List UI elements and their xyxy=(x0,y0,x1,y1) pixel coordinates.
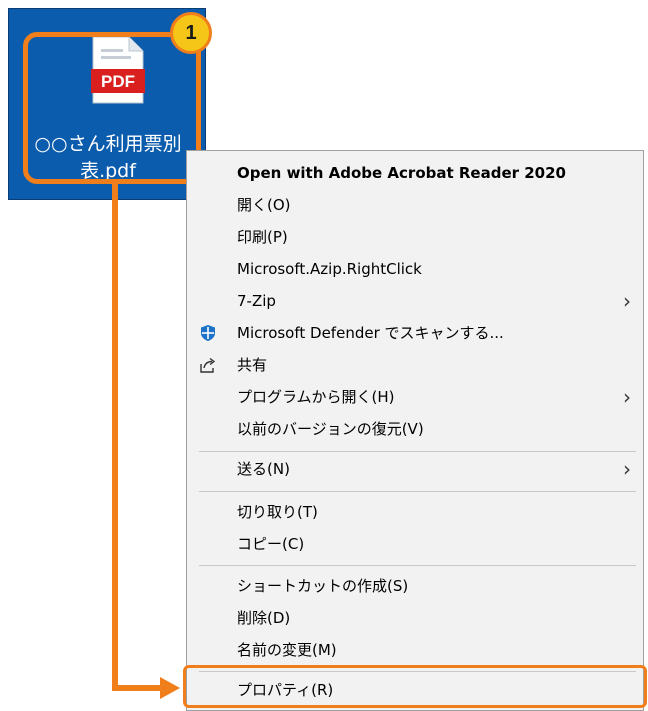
menu-item-label: Microsoft Defender でスキャンする... xyxy=(237,324,504,342)
share-icon xyxy=(200,357,216,373)
menu-item-label: 名前の変更(M) xyxy=(237,641,337,659)
menu-item-create-shortcut[interactable]: ショートカットの作成(S) xyxy=(187,570,643,602)
menu-item-cut[interactable]: 切り取り(T) xyxy=(187,496,643,528)
menu-item-label: Open with Adobe Acrobat Reader 2020 xyxy=(237,164,566,182)
guide-arrow-horizontal xyxy=(112,685,162,691)
menu-item-send-to[interactable]: 送る(N) › xyxy=(187,453,643,485)
menu-separator xyxy=(199,451,636,452)
guide-arrow-vertical xyxy=(112,184,118,691)
menu-item-label: プログラムから開く(H) xyxy=(237,388,395,406)
menu-item-label: 共有 xyxy=(237,356,268,374)
menu-item-share[interactable]: 共有 xyxy=(187,349,643,381)
menu-item-defender-scan[interactable]: Microsoft Defender でスキャンする... xyxy=(187,317,643,349)
menu-item-label: 送る(N) xyxy=(237,460,290,478)
menu-item-label: 印刷(P) xyxy=(237,228,288,246)
menu-item-label: 削除(D) xyxy=(237,609,291,627)
menu-item-label: 切り取り(T) xyxy=(237,503,318,521)
chevron-right-icon: › xyxy=(623,457,631,481)
context-menu: Open with Adobe Acrobat Reader 2020 開く(O… xyxy=(186,150,644,711)
menu-item-delete[interactable]: 削除(D) xyxy=(187,602,643,634)
menu-separator xyxy=(199,565,636,566)
menu-item-restore-previous[interactable]: 以前のバージョンの復元(V) xyxy=(187,413,643,445)
menu-item-copy[interactable]: コピー(C) xyxy=(187,528,643,560)
menu-item-rename[interactable]: 名前の変更(M) xyxy=(187,634,643,666)
chevron-right-icon: › xyxy=(623,289,631,313)
menu-item-label: 7-Zip xyxy=(237,292,276,310)
menu-item-label: Microsoft.Azip.RightClick xyxy=(237,260,422,278)
step-number-badge: 1 xyxy=(170,12,212,54)
chevron-right-icon: › xyxy=(623,385,631,409)
menu-item-print[interactable]: 印刷(P) xyxy=(187,221,643,253)
shield-icon xyxy=(201,325,215,341)
menu-item-open-with-acrobat[interactable]: Open with Adobe Acrobat Reader 2020 xyxy=(187,157,643,189)
menu-item-open[interactable]: 開く(O) xyxy=(187,189,643,221)
arrow-head-icon xyxy=(160,677,180,699)
menu-separator xyxy=(199,491,636,492)
properties-highlight-frame xyxy=(183,665,647,708)
menu-item-7zip[interactable]: 7-Zip › xyxy=(187,285,643,317)
menu-item-label: 開く(O) xyxy=(237,196,291,214)
menu-item-label: ショートカットの作成(S) xyxy=(237,577,409,595)
menu-item-label: コピー(C) xyxy=(237,535,305,553)
menu-item-open-with-program[interactable]: プログラムから開く(H) › xyxy=(187,381,643,413)
menu-item-azip[interactable]: Microsoft.Azip.RightClick xyxy=(187,253,643,285)
menu-item-label: 以前のバージョンの復元(V) xyxy=(237,420,424,438)
file-highlight-frame xyxy=(23,32,201,184)
